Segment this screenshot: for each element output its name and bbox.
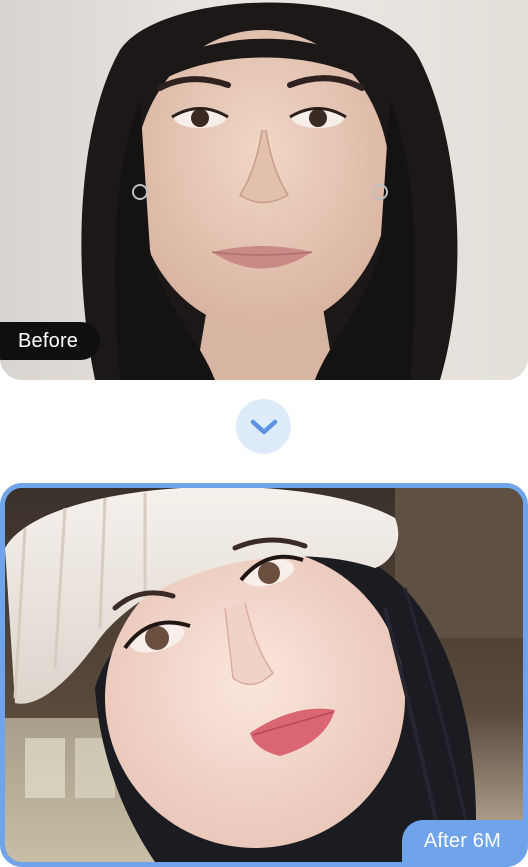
before-label: Before <box>0 322 101 360</box>
before-photo-card: Before <box>0 0 528 380</box>
down-arrow-indicator <box>236 399 291 454</box>
after-photo-card: After 6M <box>0 483 528 867</box>
after-label: After 6M <box>401 820 523 862</box>
after-photo <box>5 488 523 862</box>
chevron-down-icon <box>250 419 277 434</box>
